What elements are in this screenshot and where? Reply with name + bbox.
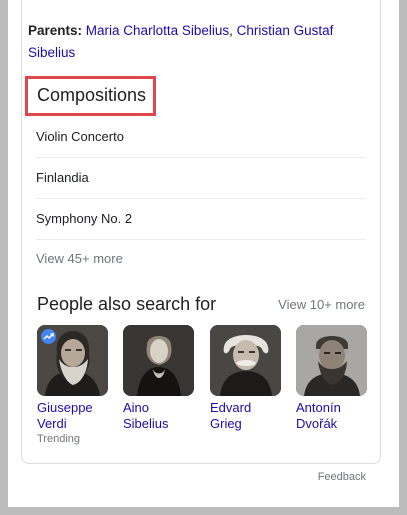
composition-item-finlandia[interactable]: Finlandia (36, 158, 366, 199)
person-photo-verdi (37, 325, 108, 396)
person-name-grieg-first: Edvard (210, 400, 252, 415)
people-carousel: Giuseppe Verdi Trending Aino Sibelius Ed… (37, 325, 377, 455)
highlight-box (25, 76, 156, 116)
parents-separator: , (229, 23, 237, 38)
person-name-dvorak: Antonín Dvořák (296, 400, 368, 432)
feedback-link[interactable]: Feedback (318, 471, 366, 483)
compositions-view-more-link[interactable]: View 45+ more (36, 251, 123, 266)
person-card-dvorak[interactable]: Antonín Dvořák (296, 325, 368, 432)
composition-item-symphony-2[interactable]: Symphony No. 2 (36, 199, 366, 240)
person-name-dvorak-last: Dvořák (296, 416, 338, 431)
parents-row: Parents: Maria Charlotta Sibelius, Chris… (28, 20, 373, 64)
portrait-grieg-image (210, 325, 281, 396)
parent-link-maria[interactable]: Maria Charlotta Sibelius (86, 23, 229, 38)
person-name-dvorak-first: Antonín (296, 400, 341, 415)
person-name-verdi-last: Verdi (37, 416, 67, 431)
person-photo-grieg (210, 325, 281, 396)
person-card-grieg[interactable]: Edvard Grieg (210, 325, 282, 432)
portrait-dvorak-image (296, 325, 367, 396)
person-name-verdi: Giuseppe Verdi (37, 400, 109, 432)
person-card-aino-sibelius[interactable]: Aino Sibelius (123, 325, 195, 432)
composition-item-violin-concerto[interactable]: Violin Concerto (36, 117, 366, 158)
people-also-search-view-more-link[interactable]: View 10+ more (278, 297, 365, 312)
person-card-verdi[interactable]: Giuseppe Verdi Trending (37, 325, 109, 445)
person-name-aino-last: Sibelius (123, 416, 169, 431)
person-photo-dvorak (296, 325, 367, 396)
compositions-list: Violin Concerto Finlandia Symphony No. 2 (36, 117, 366, 240)
person-subtitle-verdi: Trending (37, 433, 81, 445)
person-name-verdi-first: Giuseppe (37, 400, 93, 415)
person-photo-aino-sibelius (123, 325, 194, 396)
parents-label: Parents: (28, 23, 83, 38)
person-name-grieg: Edvard Grieg (210, 400, 282, 432)
person-name-aino-sibelius: Aino Sibelius (123, 400, 195, 432)
person-name-grieg-last: Grieg (210, 416, 242, 431)
portrait-aino-sibelius-image (123, 325, 194, 396)
person-name-aino-first: Aino (123, 400, 150, 415)
people-also-search-heading: People also search for (37, 294, 217, 314)
trending-icon (41, 329, 56, 344)
